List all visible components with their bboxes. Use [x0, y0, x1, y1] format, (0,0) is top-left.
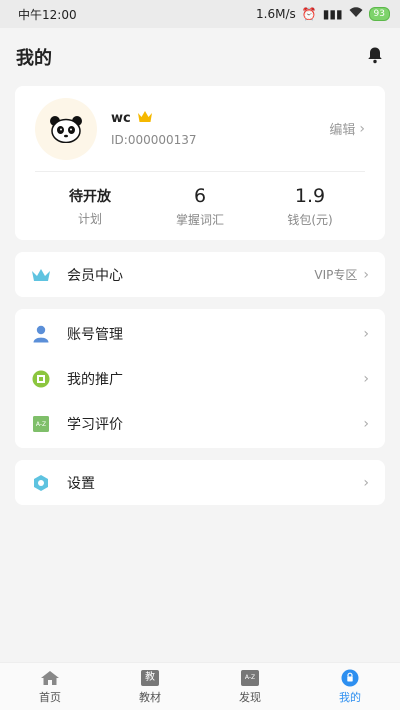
edit-label: 编辑 — [329, 123, 356, 138]
stat-vocabulary[interactable]: 6 掌握词汇 — [145, 185, 255, 228]
member-center-row[interactable]: 会员中心 VIP专区 › — [15, 252, 385, 297]
name-row: wc — [111, 110, 329, 127]
bottom-tab-bar: 首页 教 教材 A-Z 发现 我的 — [0, 662, 400, 710]
tab-textbook[interactable]: 教 教材 — [100, 663, 200, 710]
signal-icon: ▮▮▮ — [322, 7, 343, 21]
chevron-right-icon: › — [363, 370, 369, 387]
home-icon — [40, 669, 60, 687]
chevron-right-icon: › — [363, 325, 369, 342]
menu-item-account[interactable]: 账号管理 › — [15, 311, 385, 356]
menu-item-promotion[interactable]: 我的推广 › — [15, 356, 385, 401]
stat-label: 掌握词汇 — [175, 212, 224, 227]
discover-icon: A-Z — [240, 669, 260, 687]
battery-icon: 93 — [368, 7, 390, 21]
stat-label: 计划 — [77, 211, 102, 226]
network-speed: 1.6M/s — [256, 7, 296, 21]
stat-value: 待开放 — [69, 188, 111, 205]
bell-icon[interactable] — [366, 46, 384, 68]
tab-discover[interactable]: A-Z 发现 — [200, 663, 300, 710]
stat-value: 6 — [193, 184, 207, 207]
tab-mine[interactable]: 我的 — [300, 663, 400, 710]
settings-row[interactable]: 设置 › — [15, 460, 385, 505]
promo-icon — [31, 369, 51, 389]
tab-label: 发现 — [239, 690, 261, 704]
vip-zone-label: VIP专区 — [314, 268, 358, 282]
chevron-right-icon: › — [359, 120, 365, 137]
wifi-icon — [349, 7, 363, 21]
tab-label: 我的 — [339, 690, 361, 704]
page-title: 我的 — [16, 48, 52, 69]
stat-label: 钱包(元) — [287, 212, 333, 227]
crown-icon — [31, 265, 51, 285]
chevron-right-icon: › — [363, 266, 369, 283]
settings-card: 设置 › — [15, 460, 385, 505]
profile-card: wc ID:000000137 编辑 › 待开放 计划 6 掌握词汇 1.9 钱… — [15, 86, 385, 240]
page-header: 我的 — [0, 28, 400, 86]
crown-icon — [137, 110, 153, 127]
member-card: 会员中心 VIP专区 › — [15, 252, 385, 297]
svg-text:A-Z: A-Z — [36, 421, 46, 428]
profile-header: wc ID:000000137 编辑 › — [35, 86, 365, 172]
tab-home[interactable]: 首页 — [0, 663, 100, 710]
panda-icon — [50, 115, 82, 143]
avatar[interactable] — [35, 97, 97, 160]
menu-item-label: 我的推广 — [67, 371, 123, 388]
menu-item-evaluation[interactable]: A-Z 学习评价 › — [15, 401, 385, 446]
edit-profile-button[interactable]: 编辑 › — [329, 119, 365, 139]
menu-card: 账号管理 › 我的推广 › A-Z 学习评价 › — [15, 309, 385, 448]
settings-label: 设置 — [67, 475, 95, 492]
stat-value: 1.9 — [294, 184, 326, 207]
user-icon — [31, 324, 51, 344]
stat-wallet[interactable]: 1.9 钱包(元) — [255, 185, 365, 228]
user-id: ID:000000137 — [111, 133, 197, 147]
status-indicators: 1.6M/s ⏰ ▮▮▮ 93 — [256, 7, 390, 21]
profile-icon — [340, 669, 360, 687]
chevron-right-icon: › — [363, 474, 369, 491]
settings-icon — [31, 473, 51, 493]
status-time: 中午12:00 — [18, 7, 77, 22]
tab-label: 教材 — [139, 690, 161, 704]
textbook-icon: 教 — [140, 669, 160, 687]
tab-label: 首页 — [39, 690, 61, 704]
user-info: wc ID:000000137 — [111, 110, 329, 147]
menu-item-label: 账号管理 — [67, 326, 123, 343]
az-book-icon: A-Z — [31, 414, 51, 434]
stat-plan[interactable]: 待开放 计划 — [35, 186, 145, 227]
status-bar: 中午12:00 1.6M/s ⏰ ▮▮▮ 93 — [0, 0, 400, 28]
username: wc — [111, 111, 131, 126]
chevron-right-icon: › — [363, 415, 369, 432]
alarm-icon: ⏰ — [301, 7, 317, 21]
stats-row: 待开放 计划 6 掌握词汇 1.9 钱包(元) — [35, 172, 365, 240]
member-center-label: 会员中心 — [67, 267, 123, 284]
menu-item-label: 学习评价 — [67, 416, 123, 433]
